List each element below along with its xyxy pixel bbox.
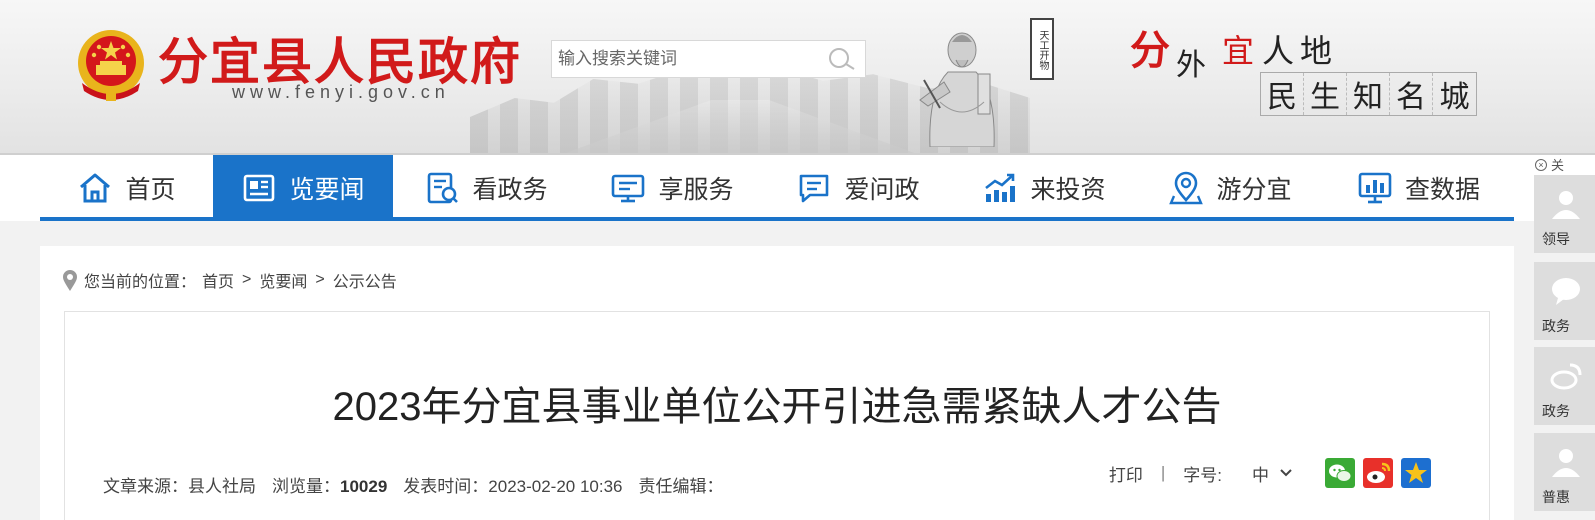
breadcrumb: 您当前的位置： 首页 > 览要闻 > 公示公告 — [62, 268, 397, 292]
chat-bubble-icon — [1552, 278, 1580, 305]
font-size-select[interactable]: 中 — [1252, 461, 1293, 486]
article-time: 发表时间：2023-02-20 10:36 — [403, 477, 623, 496]
growth-chart-icon — [985, 173, 1016, 202]
nav-label: 首页 — [125, 176, 176, 204]
article-tools: 打印 | 字号: 中 — [1109, 458, 1431, 488]
nav-label: 游分宜 — [1216, 176, 1292, 204]
nav-item-tourism[interactable]: 游分宜 — [1137, 155, 1323, 221]
float-close-button[interactable]: × 关 — [1535, 155, 1564, 174]
close-icon: × — [1535, 158, 1547, 171]
site-url: www.fenyi.gov.cn — [232, 82, 450, 102]
search-icon[interactable] — [817, 41, 865, 77]
user-icon — [1552, 191, 1580, 219]
monitor-icon — [612, 174, 645, 203]
article-container: 2023年分宜县事业单位公开引进急需紧缺人才公告 文章来源：县人社局 浏览量：1… — [64, 311, 1490, 520]
data-chart-icon — [1358, 172, 1392, 204]
breadcrumb-news[interactable]: 览要闻 — [259, 268, 307, 292]
article-editor: 责任编辑： — [638, 477, 724, 496]
favorite-star-icon[interactable] — [1401, 458, 1431, 488]
slogan-banner: 分 外 宜 人地 民 生 知 名 城 — [1130, 18, 1490, 118]
nav-label: 看政务 — [472, 176, 548, 204]
nav-item-home[interactable]: 首页 — [40, 155, 213, 221]
nav-underline — [40, 217, 1514, 221]
national-emblem-icon — [78, 30, 144, 101]
main-nav: 首页 览要闻 看政务 享服务 爱问政 来投资 游分宜 查数据 — [0, 155, 1595, 221]
breadcrumb-prefix: 您当前的位置： — [84, 274, 197, 291]
search-input[interactable] — [552, 41, 817, 77]
document-search-icon — [428, 172, 459, 204]
breadcrumb-notices[interactable]: 公示公告 — [333, 268, 397, 292]
nav-item-inquiry[interactable]: 爱问政 — [765, 155, 951, 221]
breadcrumb-home[interactable]: 首页 — [202, 268, 234, 292]
newspaper-icon — [244, 174, 275, 202]
nav-item-news[interactable]: 览要闻 — [213, 155, 393, 221]
wechat-icon[interactable] — [1325, 458, 1355, 488]
statue-image — [919, 32, 995, 147]
nav-label: 享服务 — [658, 176, 734, 204]
chevron-down-icon — [1280, 469, 1292, 477]
float-item-affairs-2[interactable]: 政务 — [1534, 347, 1595, 425]
user-icon — [1552, 449, 1580, 477]
nav-item-services[interactable]: 享服务 — [579, 155, 765, 221]
search-box — [551, 40, 866, 78]
article-meta: 文章来源：县人社局 浏览量：10029 发表时间：2023-02-20 10:3… — [103, 472, 740, 497]
seal-stamp: 天工开物 — [1030, 18, 1054, 80]
weibo-icon[interactable] — [1363, 458, 1393, 488]
home-icon — [80, 173, 111, 203]
nav-label: 查数据 — [1404, 176, 1480, 204]
chat-icon — [800, 174, 829, 203]
nav-label: 览要闻 — [289, 176, 365, 204]
float-item-leader[interactable]: 领导 — [1534, 175, 1595, 253]
location-pin-icon — [63, 270, 77, 291]
font-size-label: 字号: — [1183, 465, 1222, 485]
float-item-benefit[interactable]: 普惠 — [1534, 433, 1595, 511]
nav-item-invest[interactable]: 来投资 — [951, 155, 1137, 221]
article-views: 浏览量：10029 — [272, 477, 388, 496]
nav-item-data[interactable]: 查数据 — [1323, 155, 1514, 221]
article-title: 2023年分宜县事业单位公开引进急需紧缺人才公告 — [332, 385, 1222, 429]
float-item-affairs[interactable]: 政务 — [1534, 262, 1595, 340]
map-pin-icon — [1169, 171, 1204, 205]
print-button[interactable]: 打印 — [1109, 461, 1143, 486]
article-source: 文章来源：县人社局 — [103, 477, 256, 496]
nav-item-affairs[interactable]: 看政务 — [393, 155, 579, 221]
slogan-grid: 民 生 知 名 城 — [1260, 72, 1477, 116]
site-header: 分宜县人民政府 www.fenyi.gov.cn 天工开物 分 外 宜 人地 民… — [0, 0, 1595, 155]
share-buttons — [1325, 458, 1431, 488]
weibo-icon — [1550, 363, 1582, 390]
nav-label: 爱问政 — [844, 176, 920, 204]
nav-label: 来投资 — [1030, 176, 1106, 204]
